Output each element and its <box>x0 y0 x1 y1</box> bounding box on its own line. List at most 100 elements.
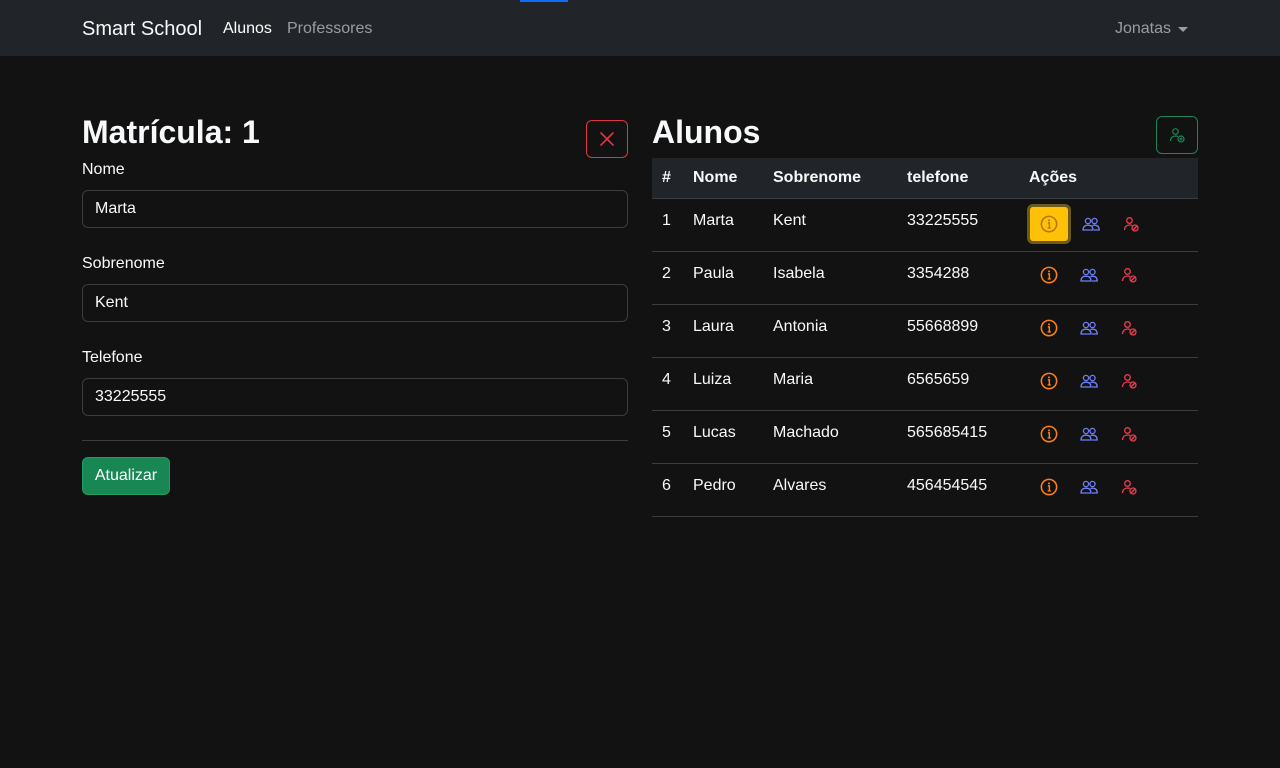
details-button[interactable] <box>1029 310 1069 346</box>
cell-telefone: 55668899 <box>907 317 979 335</box>
details-button[interactable] <box>1029 469 1069 505</box>
teachers-button[interactable] <box>1069 469 1109 505</box>
close-form-button[interactable] <box>586 120 628 158</box>
remove-student-button[interactable] <box>1109 310 1149 346</box>
students-panel: Alunos # Nome Sobrenome telefone Ações 1… <box>652 112 1198 516</box>
table-header-row: # Nome Sobrenome telefone Ações <box>652 158 1198 198</box>
cell-sobrenome: Antonia <box>773 317 828 335</box>
user-dropdown[interactable]: Jonatas <box>1115 19 1188 39</box>
navbar: Smart School Alunos Professores Jonatas <box>0 0 1280 56</box>
nav-link-alunos[interactable]: Alunos <box>223 19 272 39</box>
cell-nome: Pedro <box>693 476 736 494</box>
cell-acoes <box>1019 251 1198 304</box>
teachers-button[interactable] <box>1071 206 1111 242</box>
people-icon <box>1080 321 1098 335</box>
info-icon <box>1040 372 1058 389</box>
row-actions <box>1029 257 1188 293</box>
telefone-input[interactable] <box>82 378 628 416</box>
cell-telefone: 565685415 <box>907 423 988 441</box>
header-telefone: telefone <box>907 168 969 186</box>
cell-acoes <box>1019 463 1198 516</box>
update-button[interactable]: Atualizar <box>82 457 170 495</box>
nav-accent-bar <box>520 0 568 2</box>
people-icon <box>1080 480 1098 494</box>
x-icon <box>600 132 614 146</box>
people-icon <box>1080 427 1098 441</box>
remove-student-button[interactable] <box>1111 206 1151 242</box>
cell-nome: Lucas <box>693 423 736 441</box>
user-name: Jonatas <box>1114 20 1171 37</box>
cell-sobrenome: Maria <box>773 370 814 388</box>
telefone-label: Telefone <box>82 349 143 366</box>
header-id: # <box>662 168 671 186</box>
info-icon <box>1040 319 1058 336</box>
brand-link[interactable]: Smart School <box>82 17 202 41</box>
row-actions <box>1029 416 1188 452</box>
cell-id: 5 <box>662 423 671 441</box>
table-row[interactable]: 3 Laura Antonia 55668899 <box>652 304 1198 357</box>
person-remove-icon <box>1121 320 1137 336</box>
people-icon <box>1080 374 1098 388</box>
table-row[interactable]: 2 Paula Isabela 3354288 <box>652 251 1198 304</box>
header-sobrenome: Sobrenome <box>773 168 862 186</box>
cell-telefone: 6565659 <box>907 370 970 388</box>
details-button[interactable] <box>1029 363 1069 399</box>
info-icon <box>1040 425 1058 442</box>
cell-id: 1 <box>662 211 671 229</box>
cell-acoes <box>1019 304 1198 357</box>
info-icon <box>1040 266 1058 283</box>
students-table: # Nome Sobrenome telefone Ações 1 Marta Ke… <box>652 158 1198 517</box>
caret-down-icon <box>1178 26 1188 32</box>
teachers-button[interactable] <box>1069 363 1109 399</box>
sobrenome-label: Sobrenome <box>82 255 165 272</box>
details-button[interactable] <box>1029 257 1069 293</box>
teachers-button[interactable] <box>1069 257 1109 293</box>
cell-telefone: 3354288 <box>907 264 970 282</box>
add-student-button[interactable] <box>1156 116 1198 154</box>
table-row[interactable]: 4 Luiza Maria 6565659 <box>652 357 1198 410</box>
cell-telefone: 456454545 <box>907 476 988 494</box>
cell-nome: Paula <box>693 264 734 282</box>
table-row[interactable]: 6 Pedro Alvares 456454545 <box>652 463 1198 516</box>
cell-acoes <box>1019 357 1198 410</box>
person-remove-icon <box>1121 426 1137 442</box>
table-title: Alunos <box>652 114 761 150</box>
remove-student-button[interactable] <box>1109 257 1149 293</box>
person-remove-icon <box>1123 216 1139 232</box>
cell-acoes <box>1019 410 1198 463</box>
student-form: Matrícula: 1 Nome Sobrenome Telefone Atu… <box>82 112 628 495</box>
cell-sobrenome: Alvares <box>773 476 827 494</box>
cell-telefone: 33225555 <box>907 211 979 229</box>
cell-id: 6 <box>662 476 671 494</box>
cell-id: 4 <box>662 370 671 388</box>
header-acoes: Ações <box>1029 168 1078 186</box>
remove-student-button[interactable] <box>1109 363 1149 399</box>
nav-link-professores[interactable]: Professores <box>287 19 372 39</box>
cell-sobrenome: Machado <box>773 423 839 441</box>
table-row[interactable]: 1 Marta Kent 33225555 <box>652 198 1198 251</box>
table-row[interactable]: 5 Lucas Machado 565685415 <box>652 410 1198 463</box>
teachers-button[interactable] <box>1069 416 1109 452</box>
info-icon <box>1040 215 1058 232</box>
nome-label: Nome <box>82 161 125 178</box>
row-actions <box>1029 469 1188 505</box>
cell-nome: Laura <box>693 317 734 335</box>
details-button[interactable] <box>1027 203 1071 244</box>
form-divider <box>82 440 628 441</box>
info-icon <box>1040 478 1058 495</box>
cell-acoes <box>1019 198 1198 251</box>
cell-sobrenome: Kent <box>773 211 806 229</box>
remove-student-button[interactable] <box>1109 469 1149 505</box>
form-title: Matrícula: 1 <box>82 114 260 150</box>
person-add-icon <box>1169 128 1185 143</box>
row-actions <box>1027 203 1188 244</box>
people-icon <box>1080 268 1098 282</box>
cell-nome: Luiza <box>693 370 732 388</box>
person-remove-icon <box>1121 373 1137 389</box>
nome-input[interactable] <box>82 190 628 228</box>
details-button[interactable] <box>1029 416 1069 452</box>
teachers-button[interactable] <box>1069 310 1109 346</box>
sobrenome-input[interactable] <box>82 284 628 322</box>
remove-student-button[interactable] <box>1109 416 1149 452</box>
cell-sobrenome: Isabela <box>773 264 825 282</box>
